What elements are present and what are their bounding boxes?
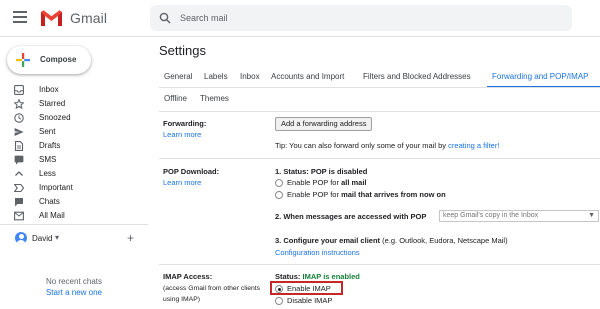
enable-imap-highlight [270,281,343,295]
sidebar-item-label: Important [39,183,73,192]
tab-filters-and-blocked-addresses[interactable]: Filters and Blocked Addresses [363,72,471,81]
add-chat-icon[interactable]: + [127,231,134,245]
sidebar-item-inbox[interactable]: Inbox [0,83,148,97]
start-new-chat-link[interactable]: Start a new one [0,288,148,297]
forwarding-tip: Tip: You can also forward only some of y… [275,141,499,150]
tab-inbox[interactable]: Inbox [240,72,260,81]
radio-label-bold: all mail [341,178,367,187]
imap-status-value: IMAP is enabled [302,272,360,281]
search-bar[interactable] [150,5,572,31]
sidebar-item-label: SMS [39,155,57,164]
disable-imap-radio[interactable] [275,297,283,305]
imap-note-line1: (access Gmail from other clients [163,285,261,292]
sidebar-item-snoozed[interactable]: Snoozed [0,111,148,125]
sidebar-item-label: All Mail [39,211,65,220]
add-forwarding-address-button[interactable]: Add a forwarding address [275,117,373,131]
configure-client-rest: (e.g. Outlook, Eudora, Netscape Mail) [380,236,508,245]
sidebar-item-label: Less [39,169,56,178]
chat-icon [15,198,23,207]
sidebar-item-sms[interactable]: SMS [0,153,148,167]
inbox-icon [14,85,24,95]
sidebar-item-label: Sent [39,127,56,136]
chevron-up-icon [15,171,23,176]
sidebar-item-important[interactable]: Important [0,181,148,195]
pop-access-select[interactable]: keep Gmail's copy in the Inbox ▼ [439,210,599,222]
pop-from-now-radio[interactable] [275,191,283,199]
disable-imap-label: Disable IMAP [287,296,333,305]
imap-access-title: IMAP Access: [163,272,213,281]
configure-client-bold: 3. Configure your email client [275,236,381,245]
configure-client-text: 3. Configure your email client (e.g. Out… [275,236,508,245]
caret-down-icon[interactable]: ▾ [55,233,59,242]
compose-label: Compose [40,55,77,64]
hamburger-menu-icon[interactable] [13,11,27,23]
top-bar: Gmail [0,0,600,37]
sidebar-item-label: Inbox [39,85,59,94]
pop-access-question: 2. When messages are accessed with POP [275,212,427,221]
search-icon[interactable] [159,12,171,24]
user-name[interactable]: David [32,234,52,243]
pop-download-title: POP Download: [163,167,220,176]
dropdown-arrow-icon: ▼ [588,212,595,219]
sidebar: Compose Inbox Starred Snoozed Sent Draft… [0,38,148,309]
compose-plus-icon [16,53,30,67]
radio-label-text: Enable POP for [287,190,342,199]
imap-status-label: Status: [275,272,303,281]
no-chats-text: No recent chats [45,277,103,286]
draft-icon [14,141,24,151]
section-divider [159,264,600,265]
sms-icon [14,155,24,165]
all-mail-icon [14,211,24,221]
radio-label: Enable POP for mail that arrives from no… [287,190,446,199]
tab-offline[interactable]: Offline [164,94,187,103]
sidebar-item-drafts[interactable]: Drafts [0,139,148,153]
sidebar-item-all-mail[interactable]: All Mail [0,209,148,223]
important-icon [14,183,24,193]
forwarding-learn-more-link[interactable]: Learn more [163,130,201,139]
sidebar-item-starred[interactable]: Starred [0,97,148,111]
settings-panel: Settings General Labels Inbox Accounts a… [148,38,600,309]
pop-all-mail-radio[interactable] [275,179,283,187]
tab-themes[interactable]: Themes [200,94,229,103]
sidebar-item-sent[interactable]: Sent [0,125,148,139]
star-icon [14,99,24,109]
radio-label-text: Enable POP for [287,178,342,187]
search-input[interactable] [180,10,560,26]
gmail-logo-icon[interactable] [40,9,63,27]
app-name: Gmail [70,10,108,26]
chat-user-row[interactable]: David ▾ + [0,231,148,247]
radio-label: Enable POP for all mail [287,178,367,187]
tab-general[interactable]: General [164,72,192,81]
clock-icon [14,113,24,123]
sidebar-item-label: Starred [39,99,66,108]
select-value: keep Gmail's copy in the Inbox [443,212,539,219]
send-icon [14,128,24,136]
pop-status: 1. Status: POP is disabled [275,167,368,176]
imap-note-line2: using IMAP) [163,296,201,303]
radio-label-bold: mail that arrives from now on [341,190,446,199]
configuration-instructions-link[interactable]: Configuration instructions [275,248,360,257]
pop-learn-more-link[interactable]: Learn more [163,178,201,187]
tabs-divider [159,87,600,88]
sidebar-divider [0,224,148,225]
tab-labels[interactable]: Labels [204,72,228,81]
imap-status: Status: IMAP is enabled [275,272,360,281]
sidebar-item-label: Snoozed [39,113,71,122]
creating-filter-link[interactable]: creating a filter! [448,141,499,150]
tip-text: Tip: You can also forward only some of y… [275,141,449,150]
tab-accounts-and-import[interactable]: Accounts and Import [271,72,344,81]
forwarding-title: Forwarding: [163,119,207,128]
page-title: Settings [159,43,206,58]
sidebar-item-chats[interactable]: Chats [0,195,148,209]
avatar[interactable] [15,232,27,244]
sidebar-item-label: Drafts [39,141,61,150]
tab-forwarding-and-pop-imap[interactable]: Forwarding and POP/IMAP [492,72,588,81]
sidebar-item-less[interactable]: Less [0,167,148,181]
sidebar-item-label: Chats [39,197,60,206]
compose-button[interactable]: Compose [7,46,91,74]
section-divider [159,111,600,112]
sidebar-nav: Inbox Starred Snoozed Sent Drafts SMS Le… [0,83,148,223]
section-divider [159,158,600,159]
